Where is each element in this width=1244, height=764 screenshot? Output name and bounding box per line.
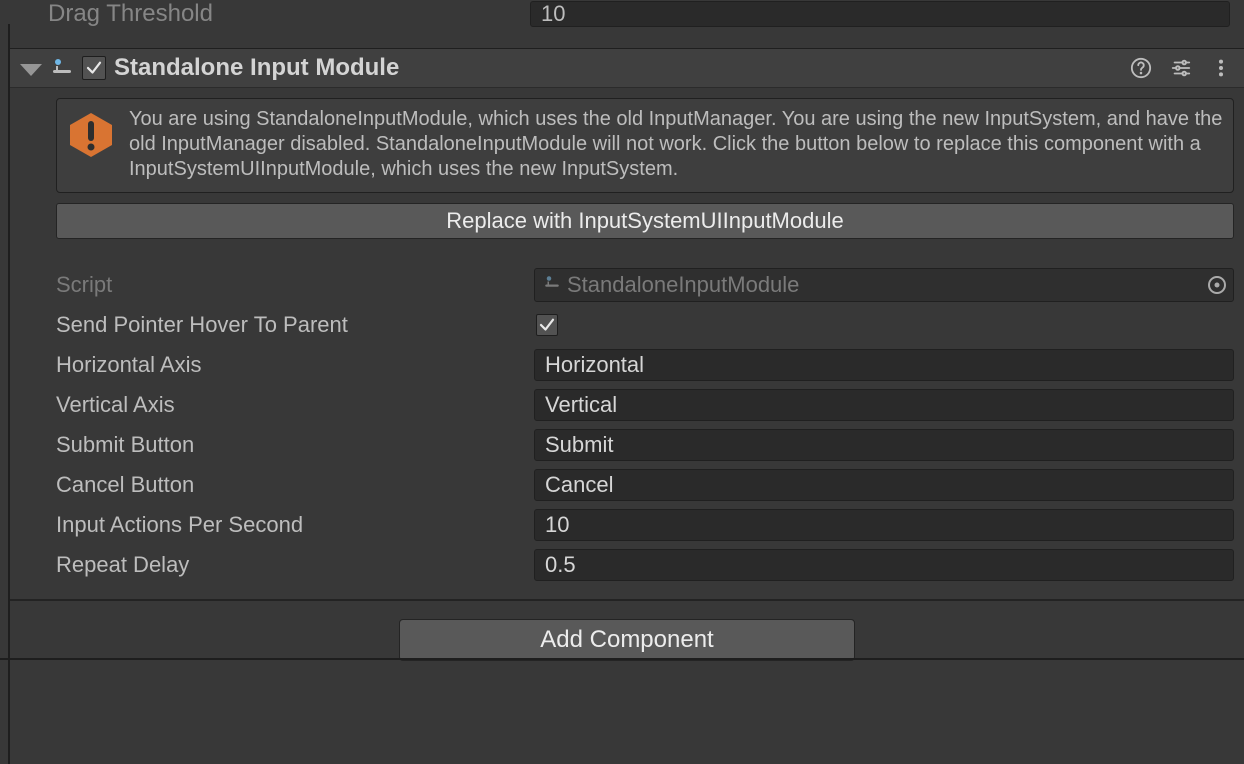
prop-label-horizontal-axis: Horizontal Axis xyxy=(56,352,534,378)
prop-field-vertical-axis[interactable] xyxy=(534,389,1234,421)
prop-value-drag-threshold: 10 xyxy=(541,1,565,27)
component-header[interactable]: Standalone Input Module xyxy=(10,48,1244,88)
property-row-drag-threshold: Drag Threshold 10 xyxy=(10,0,1244,32)
prop-label-input-actions: Input Actions Per Second xyxy=(56,512,534,538)
kebab-menu-icon[interactable] xyxy=(1210,57,1232,79)
property-row-repeat-delay: Repeat Delay xyxy=(56,549,1234,581)
property-row-horizontal-axis: Horizontal Axis xyxy=(56,349,1234,381)
prop-field-drag-threshold[interactable]: 10 xyxy=(530,1,1230,27)
property-row-input-actions: Input Actions Per Second xyxy=(56,509,1234,541)
property-row-cancel-button: Cancel Button xyxy=(56,469,1234,501)
send-hover-checkbox[interactable] xyxy=(536,314,558,336)
component-title: Standalone Input Module xyxy=(114,54,1130,82)
add-component-label: Add Component xyxy=(540,626,713,654)
prop-field-repeat-delay[interactable] xyxy=(534,549,1234,581)
warning-box: You are using StandaloneInputModule, whi… xyxy=(56,98,1234,193)
prop-label-vertical-axis: Vertical Axis xyxy=(56,392,534,418)
prop-field-submit-button[interactable] xyxy=(534,429,1234,461)
add-component-button[interactable]: Add Component xyxy=(399,619,855,661)
replace-button[interactable]: Replace with InputSystemUIInputModule xyxy=(56,203,1234,239)
warning-text: You are using StandaloneInputModule, whi… xyxy=(129,107,1223,182)
add-component-area: Add Component xyxy=(10,601,1244,679)
property-row-send-hover: Send Pointer Hover To Parent xyxy=(56,309,1234,341)
prop-label-cancel-button: Cancel Button xyxy=(56,472,534,498)
property-row-vertical-axis: Vertical Axis xyxy=(56,389,1234,421)
prop-field-script[interactable]: StandaloneInputModule xyxy=(534,268,1234,302)
replace-button-label: Replace with InputSystemUIInputModule xyxy=(446,208,843,234)
component-properties: Script StandaloneInputModule Send Pointe… xyxy=(10,245,1244,601)
prop-label-repeat-delay: Repeat Delay xyxy=(56,552,534,578)
prop-label-script: Script xyxy=(56,272,534,298)
component-script-icon xyxy=(50,56,74,80)
prop-field-cancel-button[interactable] xyxy=(534,469,1234,501)
warning-icon xyxy=(67,111,115,159)
object-picker-icon[interactable] xyxy=(1207,275,1227,295)
prop-field-input-actions[interactable] xyxy=(534,509,1234,541)
prop-label-drag-threshold: Drag Threshold xyxy=(48,0,530,28)
foldout-toggle-icon[interactable] xyxy=(20,64,42,76)
property-row-script: Script StandaloneInputModule xyxy=(56,269,1234,301)
help-icon[interactable] xyxy=(1130,57,1152,79)
panel-separator xyxy=(0,658,1244,660)
prop-label-send-hover: Send Pointer Hover To Parent xyxy=(56,312,534,338)
property-row-submit-button: Submit Button xyxy=(56,429,1234,461)
preset-icon[interactable] xyxy=(1170,57,1192,79)
prop-field-horizontal-axis[interactable] xyxy=(534,349,1234,381)
script-mini-icon xyxy=(543,274,561,297)
panel-left-edge xyxy=(0,24,10,764)
prop-label-submit-button: Submit Button xyxy=(56,432,534,458)
prop-value-script: StandaloneInputModule xyxy=(567,272,1201,298)
component-enabled-checkbox[interactable] xyxy=(82,56,106,80)
